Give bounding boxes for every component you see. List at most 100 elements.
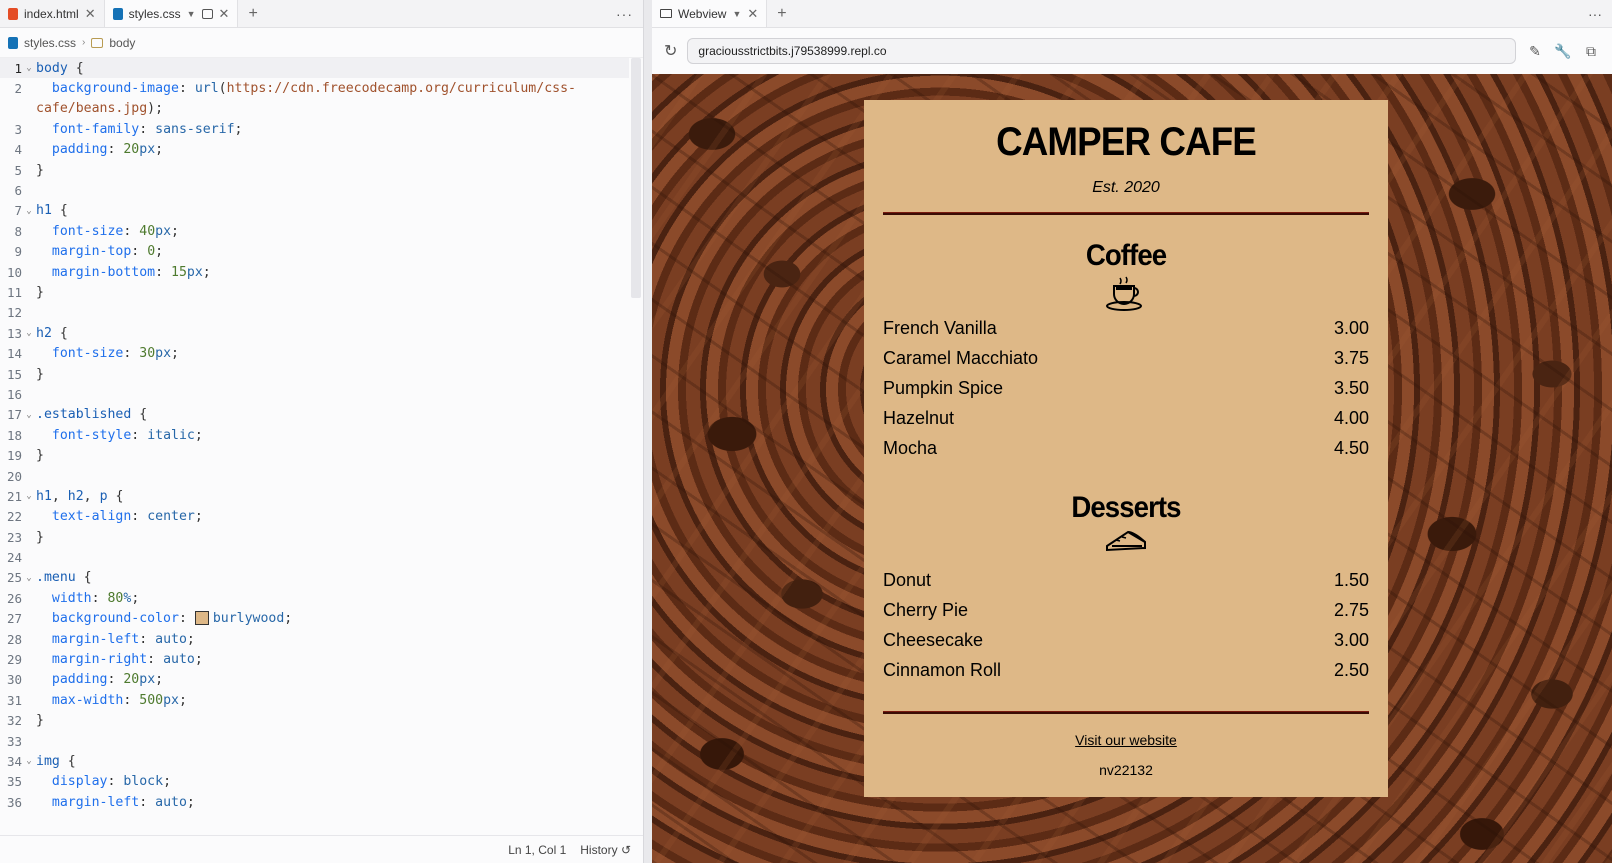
- more-options-icon[interactable]: ···: [606, 0, 643, 27]
- tab-index-html[interactable]: index.html ✕: [0, 0, 105, 27]
- line-number: 10: [6, 264, 22, 280]
- code-line[interactable]: 18 font-style: italic;: [0, 425, 629, 445]
- code-line[interactable]: 35 display: block;: [0, 772, 629, 792]
- menu-item-price: 4.00: [1333, 408, 1369, 428]
- code-line[interactable]: 2 background-image: url(https://cdn.free…: [0, 78, 629, 98]
- code-line[interactable]: 34 ⌄ img {: [0, 751, 629, 771]
- fold-chevron-icon[interactable]: ⌄: [22, 206, 36, 216]
- code-token: :: [123, 692, 140, 708]
- code-token: ;: [155, 672, 164, 688]
- chevron-down-icon[interactable]: ▼: [187, 9, 196, 19]
- code-line[interactable]: 31 max-width: 500px;: [0, 690, 629, 710]
- code-line[interactable]: 10 margin-bottom: 15px;: [0, 262, 629, 282]
- fold-chevron-icon[interactable]: ⌄: [22, 491, 36, 501]
- code-line[interactable]: 11}: [0, 282, 629, 302]
- fold-chevron-icon[interactable]: ⌄: [22, 410, 36, 420]
- code-line[interactable]: 16: [0, 384, 629, 404]
- more-options-icon[interactable]: ···: [1578, 0, 1612, 27]
- code-text: body {: [36, 61, 84, 76]
- code-line[interactable]: 8 font-size: 40px;: [0, 221, 629, 241]
- code-line[interactable]: 28 margin-left: auto;: [0, 629, 629, 649]
- code-token: margin-left: [51, 794, 140, 810]
- line-number: 14: [6, 346, 22, 362]
- code-line[interactable]: 30 padding: 20px;: [0, 670, 629, 690]
- code-line[interactable]: 14 font-size: 30px;: [0, 343, 629, 363]
- pane-divider[interactable]: [644, 0, 652, 863]
- color-swatch-icon[interactable]: [194, 611, 209, 626]
- code-token: }: [36, 162, 44, 178]
- code-line[interactable]: 21 ⌄ h1, h2, p {: [0, 486, 629, 506]
- code-line[interactable]: cafe/beans.jpg);: [0, 99, 629, 119]
- code-token: :: [107, 672, 124, 688]
- code-line[interactable]: 26 width: 80%;: [0, 588, 629, 608]
- code-token: :: [131, 509, 148, 525]
- code-text: .menu {: [36, 570, 92, 585]
- fold-chevron-icon[interactable]: ⌄: [22, 756, 36, 766]
- code-line[interactable]: 19}: [0, 445, 629, 465]
- visit-website-link[interactable]: Visit our website: [883, 730, 1369, 750]
- code-line[interactable]: 13 ⌄ h2 {: [0, 323, 629, 343]
- code-line[interactable]: 27 background-color: burlywood;: [0, 609, 629, 629]
- close-icon[interactable]: ✕: [85, 6, 96, 22]
- code-line[interactable]: 22 text-align: center;: [0, 507, 629, 527]
- chevron-down-icon[interactable]: ▼: [732, 9, 741, 19]
- code-token: margin-left: [51, 631, 140, 647]
- cursor-position[interactable]: Ln 1, Col 1: [508, 843, 566, 857]
- line-number: 27: [6, 611, 22, 627]
- divider-top: [883, 212, 1369, 215]
- pie-icon: [883, 525, 1369, 557]
- wrench-icon[interactable]: 🔧: [1554, 43, 1572, 60]
- fold-chevron-icon[interactable]: ⌄: [22, 328, 36, 338]
- add-tab-button[interactable]: +: [238, 0, 267, 27]
- menu-item: French Vanilla 3.00: [883, 313, 1369, 343]
- code-line[interactable]: 7 ⌄ h1 {: [0, 201, 629, 221]
- code-line[interactable]: 9 margin-top: 0;: [0, 242, 629, 262]
- url-input[interactable]: graciousstrictbits.j79538999.repl.co: [687, 38, 1516, 64]
- close-icon[interactable]: ✕: [219, 6, 230, 22]
- code-token: :: [139, 631, 156, 647]
- menu-item: Cherry Pie 2.75: [883, 595, 1369, 625]
- fold-chevron-icon[interactable]: ⌄: [22, 573, 36, 583]
- split-editor-icon[interactable]: [201, 8, 213, 19]
- open-new-tab-icon[interactable]: ⧉: [1582, 43, 1600, 60]
- close-icon[interactable]: ✕: [747, 6, 758, 22]
- code-line[interactable]: 29 margin-right: auto;: [0, 649, 629, 669]
- pencil-icon[interactable]: ✎: [1526, 43, 1544, 60]
- code-text: .established {: [36, 407, 147, 422]
- tab-styles-css[interactable]: styles.css ▼ ✕: [104, 0, 239, 27]
- code-line[interactable]: 12: [0, 303, 629, 323]
- code-line[interactable]: 3 font-family: sans-serif;: [0, 119, 629, 139]
- code-token: font-size: [51, 223, 124, 239]
- code-line[interactable]: 20: [0, 466, 629, 486]
- code-token: ;: [131, 590, 140, 606]
- breadcrumb-element[interactable]: body: [109, 36, 135, 50]
- reload-icon[interactable]: ↻: [664, 41, 677, 61]
- code-line[interactable]: 36 margin-left: auto;: [0, 792, 629, 812]
- code-token: url: [194, 81, 219, 97]
- breadcrumb-file[interactable]: styles.css: [24, 36, 76, 50]
- tab-webview[interactable]: Webview ▼ ✕: [652, 0, 768, 27]
- history-button[interactable]: History ↺: [580, 843, 631, 857]
- code-line[interactable]: 6: [0, 180, 629, 200]
- code-line[interactable]: 24: [0, 547, 629, 567]
- code-token: :: [147, 652, 164, 668]
- code-line[interactable]: 1 ⌄ body {: [0, 58, 629, 79]
- add-tab-button[interactable]: +: [767, 0, 796, 27]
- code-text: font-style: italic;: [36, 428, 203, 443]
- menu-item-price: 1.50: [1333, 570, 1369, 590]
- code-line[interactable]: 25 ⌄ .menu {: [0, 568, 629, 588]
- code-token: {: [51, 203, 68, 219]
- code-line[interactable]: 4 padding: 20px;: [0, 140, 629, 160]
- code-line[interactable]: 32}: [0, 711, 629, 731]
- chevron-right-icon: ›: [82, 37, 86, 48]
- code-line[interactable]: 33: [0, 731, 629, 751]
- code-area[interactable]: 1 ⌄ body {2 background-image: url(https://…: [0, 58, 629, 835]
- webview-tab-bar: Webview ▼ ✕ + ···: [652, 0, 1612, 28]
- fold-chevron-icon[interactable]: ⌄: [22, 63, 36, 73]
- editor-scrollbar[interactable]: [631, 58, 641, 298]
- code-line[interactable]: 15}: [0, 364, 629, 384]
- code-line[interactable]: 17 ⌄ .established {: [0, 405, 629, 425]
- menu-item-price: 3.00: [1333, 630, 1369, 650]
- code-line[interactable]: 5}: [0, 160, 629, 180]
- code-line[interactable]: 23}: [0, 527, 629, 547]
